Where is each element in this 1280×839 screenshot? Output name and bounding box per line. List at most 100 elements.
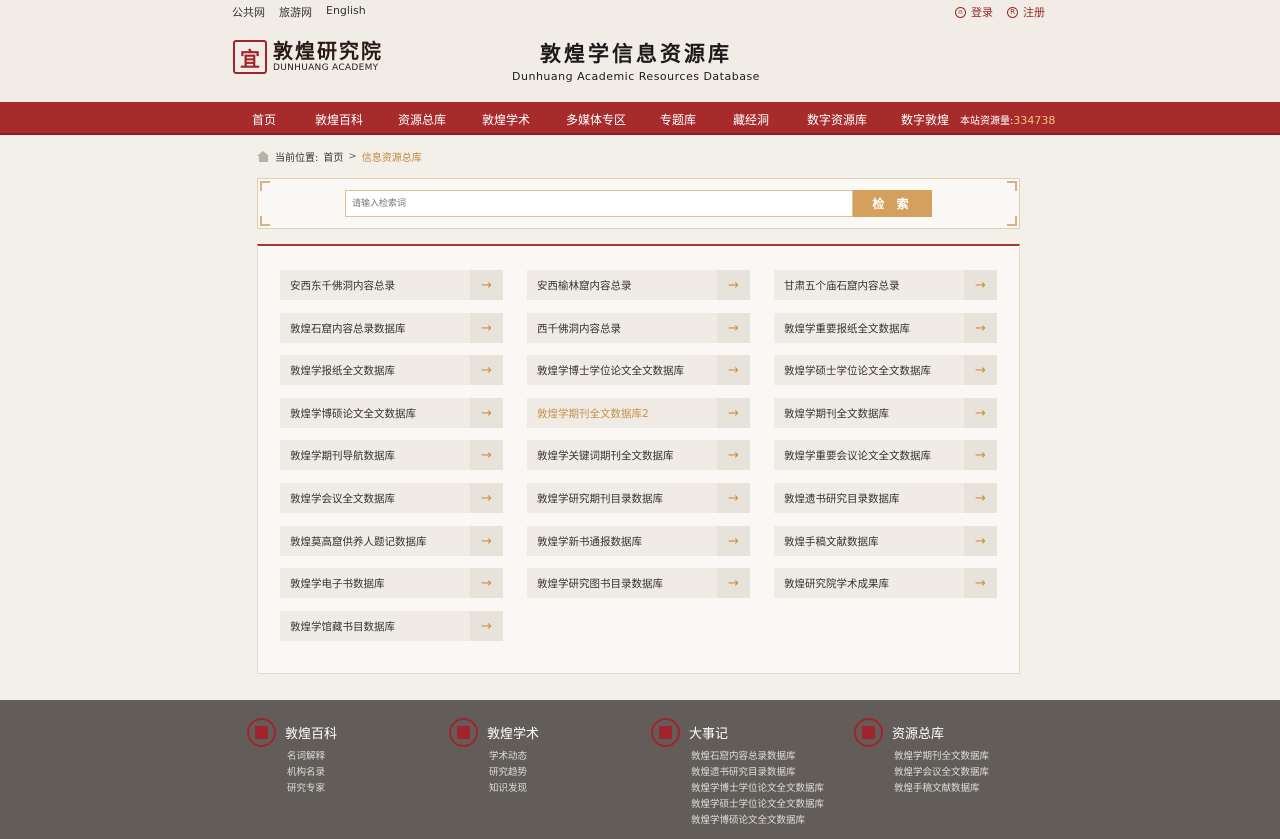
footer-link[interactable]: 名词解释 — [287, 749, 337, 765]
register-label: 注册 — [1023, 6, 1045, 19]
footer-link[interactable]: 敦煌学博士学位论文全文数据库 — [691, 781, 824, 797]
database-link[interactable]: 敦煌学博士学位论文全文数据库 → — [527, 355, 750, 385]
footer-link[interactable]: 研究专家 — [287, 781, 337, 797]
arrow-right-icon: → — [717, 526, 750, 556]
login-link[interactable]: ⍝ 登录 — [955, 4, 993, 20]
arrow-right-icon: → — [717, 313, 750, 343]
database-link-label: 敦煌学关键词期刊全文数据库 — [537, 449, 674, 462]
database-link-label: 敦煌学期刊导航数据库 — [290, 449, 395, 462]
footer-link[interactable]: 敦煌石窟内容总录数据库 — [691, 749, 824, 765]
database-link[interactable]: 敦煌学重要会议论文全文数据库 → — [774, 440, 997, 470]
database-link[interactable]: 甘肃五个庙石窟内容总录 → — [774, 270, 997, 300]
nav-digital-resources[interactable]: 数字资源库 — [807, 111, 867, 128]
arrow-right-icon: → — [470, 483, 503, 513]
database-link-label: 敦煌学重要会议论文全文数据库 — [784, 449, 931, 462]
database-link[interactable]: 敦煌学研究期刊目录数据库 → — [527, 483, 750, 513]
register-link[interactable]: R 注册 — [1007, 4, 1045, 20]
academy-logo[interactable]: 宜 敦煌研究院 DUNHUANG ACADEMY — [233, 40, 383, 74]
database-link[interactable]: 敦煌遗书研究目录数据库 → — [774, 483, 997, 513]
database-link-label: 敦煌学期刊全文数据库 — [784, 407, 889, 420]
book-icon — [247, 718, 276, 747]
database-link[interactable]: 敦煌学关键词期刊全文数据库 → — [527, 440, 750, 470]
footer-link[interactable]: 学术动态 — [489, 749, 539, 765]
arrow-right-icon: → — [964, 398, 997, 428]
database-link[interactable]: 敦煌学研究图书目录数据库 → — [527, 568, 750, 598]
database-link-label: 敦煌学博硕论文全文数据库 — [290, 407, 416, 420]
arrow-right-icon: → — [717, 398, 750, 428]
database-link-label: 敦煌学硕士学位论文全文数据库 — [784, 364, 931, 377]
link-public-net[interactable]: 公共网 — [232, 4, 265, 20]
arrow-right-icon: → — [717, 440, 750, 470]
database-link[interactable]: 敦煌学电子书数据库 → — [280, 568, 503, 598]
footer-link[interactable]: 敦煌学期刊全文数据库 — [894, 749, 989, 765]
arrow-right-icon: → — [470, 526, 503, 556]
database-link-label: 敦煌学研究期刊目录数据库 — [537, 492, 663, 505]
nav-multimedia[interactable]: 多媒体专区 — [566, 111, 626, 128]
database-link[interactable]: 敦煌学期刊导航数据库 → — [280, 440, 503, 470]
breadcrumb: 当前位置: 首页 > 信息资源总库 — [257, 149, 422, 164]
database-link[interactable]: 敦煌石窟内容总录数据库 → — [280, 313, 503, 343]
site-title-cn: 敦煌学信息资源库 — [540, 41, 732, 66]
arrow-right-icon: → — [717, 483, 750, 513]
footer-link[interactable]: 敦煌手稿文献数据库 — [894, 781, 989, 797]
footer-link[interactable]: 知识发现 — [489, 781, 539, 797]
nav-academic[interactable]: 敦煌学术 — [482, 111, 530, 128]
arrow-right-icon: → — [470, 355, 503, 385]
database-link[interactable]: 敦煌学博硕论文全文数据库 → — [280, 398, 503, 428]
footer-link[interactable]: 机构名录 — [287, 765, 337, 781]
database-link[interactable]: 敦煌学硕士学位论文全文数据库 → — [774, 355, 997, 385]
arrow-right-icon: → — [470, 313, 503, 343]
nav-home[interactable]: 首页 — [252, 111, 276, 128]
arrow-right-icon: → — [717, 355, 750, 385]
arrow-right-icon: → — [964, 270, 997, 300]
footer-col-events: 大事记 敦煌石窟内容总录数据库 敦煌遗书研究目录数据库 敦煌学博士学位论文全文数… — [651, 718, 824, 829]
arrow-right-icon: → — [964, 526, 997, 556]
database-link[interactable]: 敦煌学期刊全文数据库 → — [774, 398, 997, 428]
link-english[interactable]: English — [326, 4, 366, 20]
footer-link[interactable]: 研究趋势 — [489, 765, 539, 781]
search-button[interactable]: 检 索 — [853, 190, 932, 217]
arrow-right-icon: → — [470, 440, 503, 470]
arrow-right-icon: → — [470, 270, 503, 300]
nav-topics[interactable]: 专题库 — [660, 111, 696, 128]
nav-library-cave[interactable]: 藏经洞 — [733, 111, 769, 128]
footer-col-resources: 资源总库 敦煌学期刊全文数据库 敦煌学会议全文数据库 敦煌手稿文献数据库 — [854, 718, 989, 797]
register-icon: R — [1007, 6, 1018, 18]
resource-count: 本站资源量:334738 — [960, 112, 1055, 127]
database-link[interactable]: 敦煌学重要报纸全文数据库 → — [774, 313, 997, 343]
nav-encyclopedia[interactable]: 敦煌百科 — [315, 111, 363, 128]
database-link[interactable]: 敦煌学会议全文数据库 → — [280, 483, 503, 513]
database-link-label: 甘肃五个庙石窟内容总录 — [784, 279, 900, 292]
footer-link[interactable]: 敦煌遗书研究目录数据库 — [691, 765, 824, 781]
breadcrumb-home[interactable]: 首页 — [323, 149, 343, 164]
nav-resource-library[interactable]: 资源总库 — [398, 111, 446, 140]
breadcrumb-current: 信息资源总库 — [361, 153, 422, 164]
arrow-right-icon: → — [717, 270, 750, 300]
database-link[interactable]: 敦煌手稿文献数据库 → — [774, 526, 997, 556]
database-link[interactable]: 敦煌研究院学术成果库 → — [774, 568, 997, 598]
database-link[interactable]: 敦煌学馆藏书目数据库 → — [280, 611, 503, 641]
breadcrumb-separator: > — [348, 151, 357, 162]
nav-digital-dunhuang[interactable]: 数字敦煌 — [901, 111, 949, 128]
database-link[interactable]: 安西榆林窟内容总录 → — [527, 270, 750, 300]
database-link[interactable]: 敦煌学报纸全文数据库 → — [280, 355, 503, 385]
database-link-label: 敦煌学电子书数据库 — [290, 577, 385, 590]
user-links: ⍝ 登录 R 注册 — [955, 4, 1045, 20]
footer-title: 敦煌学术 — [487, 727, 540, 742]
database-link[interactable]: 敦煌莫高窟供养人题记数据库 → — [280, 526, 503, 556]
footer-link[interactable]: 敦煌学硕士学位论文全文数据库 — [691, 797, 824, 813]
database-link[interactable]: 安西东千佛洞内容总录 → — [280, 270, 503, 300]
link-travel-net[interactable]: 旅游网 — [279, 4, 312, 20]
search-panel: 检 索 — [257, 178, 1020, 229]
database-link[interactable]: 敦煌学期刊全文数据库2 → — [527, 398, 750, 428]
database-link[interactable]: 西千佛洞内容总录 → — [527, 313, 750, 343]
search-input[interactable] — [345, 190, 853, 217]
footer-link[interactable]: 敦煌学博硕论文全文数据库 — [691, 813, 824, 829]
ornament-corner — [260, 181, 270, 191]
database-link[interactable]: 敦煌学新书通报数据库 → — [527, 526, 750, 556]
logo-en-text: DUNHUANG ACADEMY — [273, 63, 379, 73]
database-link-label: 敦煌学馆藏书目数据库 — [290, 620, 395, 633]
footer-link[interactable]: 敦煌学会议全文数据库 — [894, 765, 989, 781]
calendar-icon — [651, 718, 680, 747]
login-label: 登录 — [971, 6, 993, 19]
